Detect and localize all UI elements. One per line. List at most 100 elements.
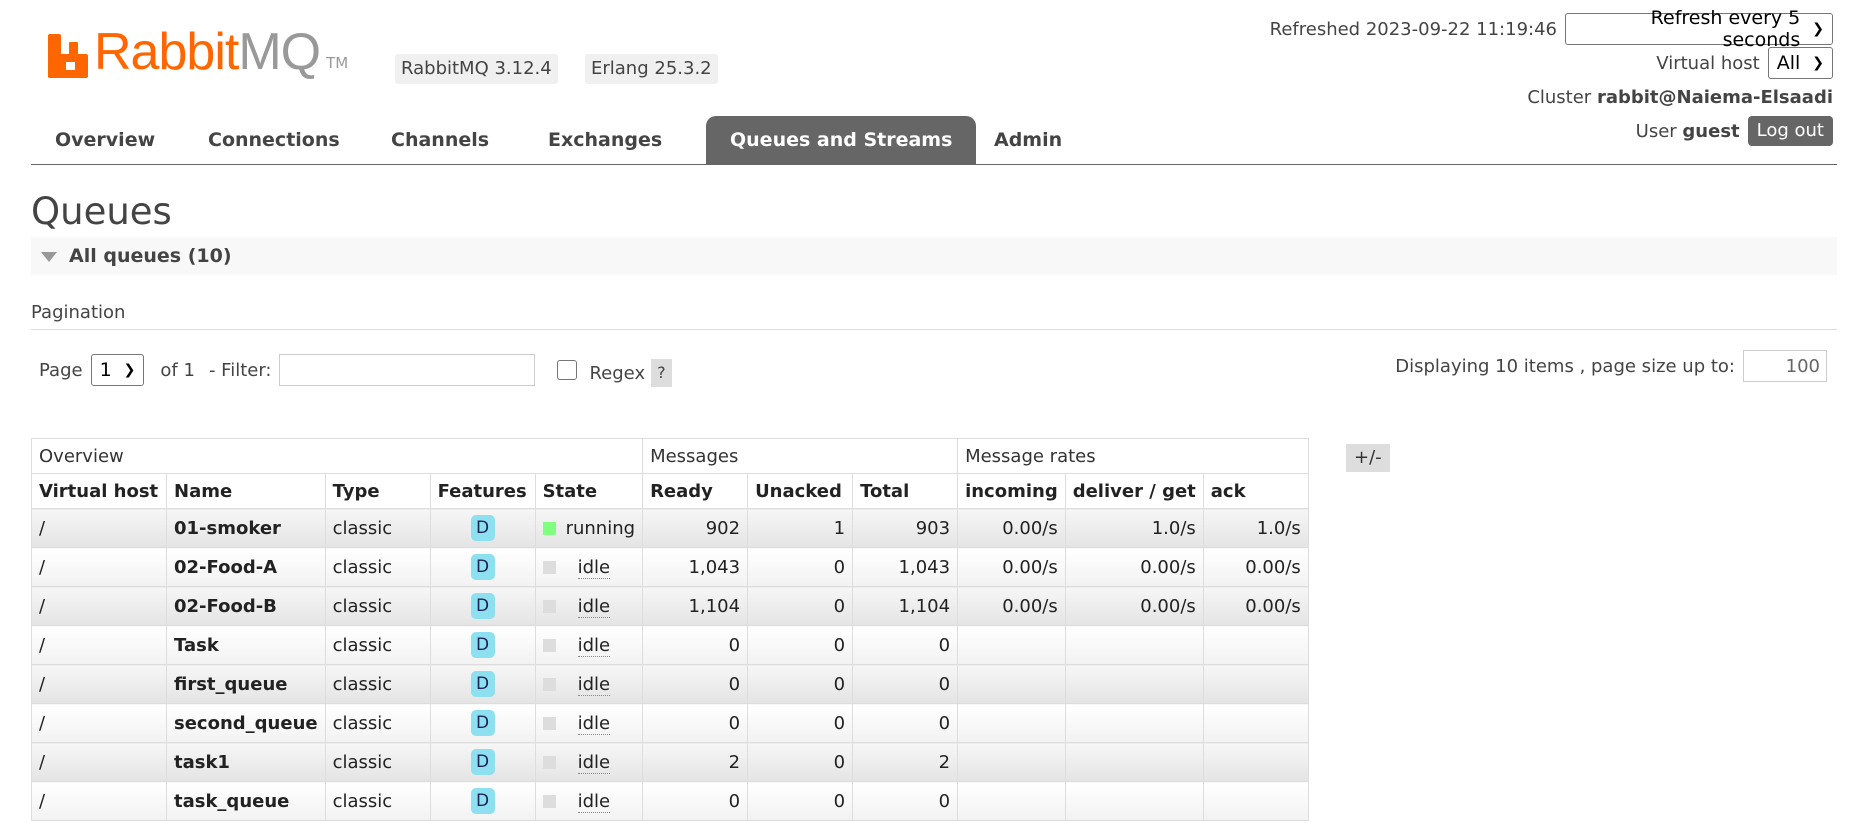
queue-rate-ack: 0.00/s — [1202, 547, 1309, 587]
queue-rate-incoming — [957, 742, 1066, 782]
chevron-down-icon: ❯ — [1812, 21, 1824, 37]
filter-input[interactable] — [279, 354, 536, 386]
pagination-controls: Page 1 ❯ of 1 - Filter: Regex ? — [39, 353, 672, 387]
column-header-deliver-get[interactable]: deliver / get — [1064, 473, 1204, 509]
virtual-host-select[interactable]: All ❯ — [1767, 47, 1833, 79]
queue-vhost: / — [31, 547, 167, 587]
queue-row: / task1 classic Didle 2 0 2 — [31, 742, 1309, 782]
state-text: idle — [577, 595, 611, 618]
refresh-interval-value: Refresh every 5 seconds — [1650, 7, 1801, 51]
page-select[interactable]: 1 ❯ — [90, 354, 145, 386]
queue-ready: 1,043 — [642, 547, 749, 587]
queue-features: D — [429, 625, 536, 665]
queue-total: 0 — [852, 625, 959, 665]
column-header-incoming[interactable]: incoming — [957, 473, 1066, 509]
queue-vhost: / — [31, 664, 167, 704]
state-indicator-icon — [542, 756, 556, 769]
rabbitmq-logo[interactable]: RabbitMQ TM — [48, 26, 348, 78]
queue-features: D — [429, 703, 536, 743]
state-text: idle — [577, 712, 611, 735]
all-queues-section-toggle[interactable]: All queues (10) — [31, 237, 1837, 275]
queue-rate-deliver-get: 1.0/s — [1064, 508, 1204, 548]
durable-badge: D — [470, 515, 495, 541]
page-title: Queues — [31, 190, 172, 233]
queue-rate-incoming: 0.00/s — [957, 547, 1066, 587]
queue-rate-ack — [1202, 625, 1309, 665]
tab-connections[interactable]: Connections — [184, 116, 364, 164]
column-header-virtual-host[interactable]: Virtual host — [31, 473, 167, 509]
durable-badge: D — [470, 749, 495, 775]
tab-exchanges[interactable]: Exchanges — [524, 116, 686, 164]
column-header-unacked[interactable]: Unacked — [747, 473, 854, 509]
column-header-features: Features — [429, 473, 536, 509]
rabbit-logo-icon — [48, 34, 88, 78]
queue-state: idle — [534, 547, 644, 587]
main-navigation: Overview Connections Channels Exchanges … — [31, 116, 1837, 165]
queue-name-link[interactable]: 02-Food-B — [166, 586, 326, 626]
queue-vhost: / — [31, 508, 167, 548]
page-size-input[interactable]: 100 — [1743, 350, 1827, 382]
queue-features: D — [429, 586, 536, 626]
queues-table: Overview Messages Message rates Virtual … — [30, 438, 1309, 821]
queue-name-link[interactable]: 01-smoker — [166, 508, 326, 548]
tab-queues-and-streams[interactable]: Queues and Streams — [706, 116, 977, 164]
column-header-ack[interactable]: ack — [1202, 473, 1309, 509]
cluster-label: Cluster — [1527, 86, 1592, 108]
toggle-columns-button[interactable]: +/- — [1346, 444, 1390, 472]
tab-overview[interactable]: Overview — [31, 116, 179, 164]
queue-name-link[interactable]: task1 — [166, 742, 326, 782]
virtual-host-label: Virtual host — [1656, 52, 1760, 74]
queue-rate-incoming: 0.00/s — [957, 508, 1066, 548]
queue-name-link[interactable]: 02-Food-A — [166, 547, 326, 587]
queue-rate-ack: 0.00/s — [1202, 586, 1309, 626]
column-header-total[interactable]: Total — [852, 473, 959, 509]
queue-name-link[interactable]: second_queue — [166, 703, 326, 743]
queue-name-link[interactable]: Task — [166, 625, 326, 665]
column-header-ready[interactable]: Ready — [642, 473, 749, 509]
queue-row: / second_queue classic Didle 0 0 0 — [31, 703, 1309, 743]
regex-help-button[interactable]: ? — [651, 359, 672, 387]
queue-state: idle — [534, 781, 644, 821]
queue-name-link[interactable]: task_queue — [166, 781, 326, 821]
filter-label: - Filter: — [208, 359, 272, 381]
column-header-state[interactable]: State — [534, 473, 644, 509]
queue-name-link[interactable]: first_queue — [166, 664, 326, 704]
erlang-version-badge: Erlang 25.3.2 — [585, 54, 718, 84]
queue-rate-ack — [1202, 742, 1309, 782]
page-count: of 1 — [160, 359, 195, 381]
queue-rate-incoming — [957, 703, 1066, 743]
queue-state: idle — [534, 586, 644, 626]
queue-rate-deliver-get — [1064, 781, 1204, 821]
refresh-interval-select[interactable]: Refresh every 5 seconds ❯ — [1565, 7, 1833, 51]
queue-features: D — [429, 781, 536, 821]
queue-type: classic — [324, 742, 431, 782]
queue-unacked: 0 — [747, 586, 854, 626]
queue-type: classic — [324, 703, 431, 743]
queue-rate-deliver-get — [1064, 703, 1204, 743]
regex-checkbox[interactable] — [557, 360, 578, 380]
queue-unacked: 0 — [747, 781, 854, 821]
state-text: idle — [577, 751, 611, 774]
durable-badge: D — [470, 632, 495, 658]
column-header-type[interactable]: Type — [324, 473, 431, 509]
tab-channels[interactable]: Channels — [367, 116, 513, 164]
queue-rate-deliver-get: 0.00/s — [1064, 547, 1204, 587]
tab-admin[interactable]: Admin — [970, 116, 1086, 164]
durable-badge: D — [470, 593, 495, 619]
column-header-name[interactable]: Name — [166, 473, 326, 509]
queue-features: D — [429, 664, 536, 704]
logo-word-mq: MQ — [238, 23, 321, 81]
queue-row: / Task classic Didle 0 0 0 — [31, 625, 1309, 665]
queue-state: running — [534, 508, 644, 548]
queue-rate-ack — [1202, 664, 1309, 704]
queue-row: /01-smoker classic Drunning 902 1 903 0.00/s 1.… — [31, 508, 1309, 548]
virtual-host-value: All — [1776, 52, 1801, 74]
queue-features: D — [429, 508, 536, 548]
queue-total: 0 — [852, 703, 959, 743]
queue-unacked: 0 — [747, 742, 854, 782]
pagination-heading[interactable]: Pagination — [31, 302, 1837, 330]
queue-rate-incoming — [957, 664, 1066, 704]
state-indicator-icon — [542, 600, 556, 613]
group-header-overview: Overview — [30, 438, 644, 474]
queue-row: / first_queue classic Didle 0 0 0 — [31, 664, 1309, 704]
